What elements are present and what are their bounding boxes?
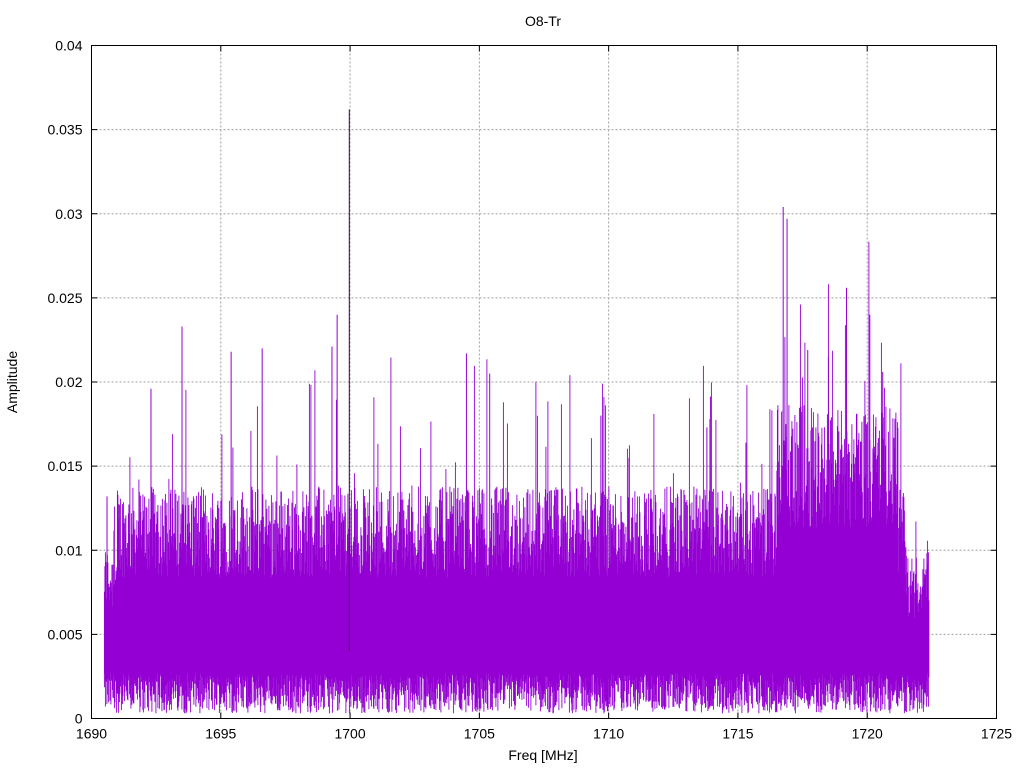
- x-tick-label: 1720: [852, 726, 883, 742]
- chart-title: O8-Tr: [525, 13, 561, 29]
- x-tick-label: 1725: [981, 726, 1012, 742]
- x-tick-label: 1690: [76, 726, 107, 742]
- y-tick-label: 0.02: [55, 374, 82, 390]
- y-tick-label: 0.01: [55, 542, 82, 558]
- y-tick-label: 0.035: [47, 122, 82, 138]
- x-axis-label: Freq [MHz]: [508, 747, 577, 763]
- y-tick-label: 0.015: [47, 458, 82, 474]
- y-tick-label: 0.04: [55, 38, 82, 54]
- x-tick-label: 1710: [593, 726, 624, 742]
- x-tick-label: 1705: [464, 726, 495, 742]
- series-amplitude: [103, 109, 930, 714]
- noise-band: [103, 241, 930, 714]
- y-tick-label: 0.005: [47, 626, 82, 642]
- chart: 1690 1695 1700 1705 1710 1715 1720 1725 0 0.005 0.…: [4, 13, 1012, 763]
- x-tick-label: 1695: [205, 726, 236, 742]
- y-tick-label: 0.025: [47, 290, 82, 306]
- x-tick-label: 1715: [722, 726, 753, 742]
- y-tick-label: 0.03: [55, 206, 82, 222]
- x-tick-label: 1700: [334, 726, 365, 742]
- y-axis-label: Amplitude: [4, 351, 20, 413]
- y-tick-label: 0: [75, 711, 83, 727]
